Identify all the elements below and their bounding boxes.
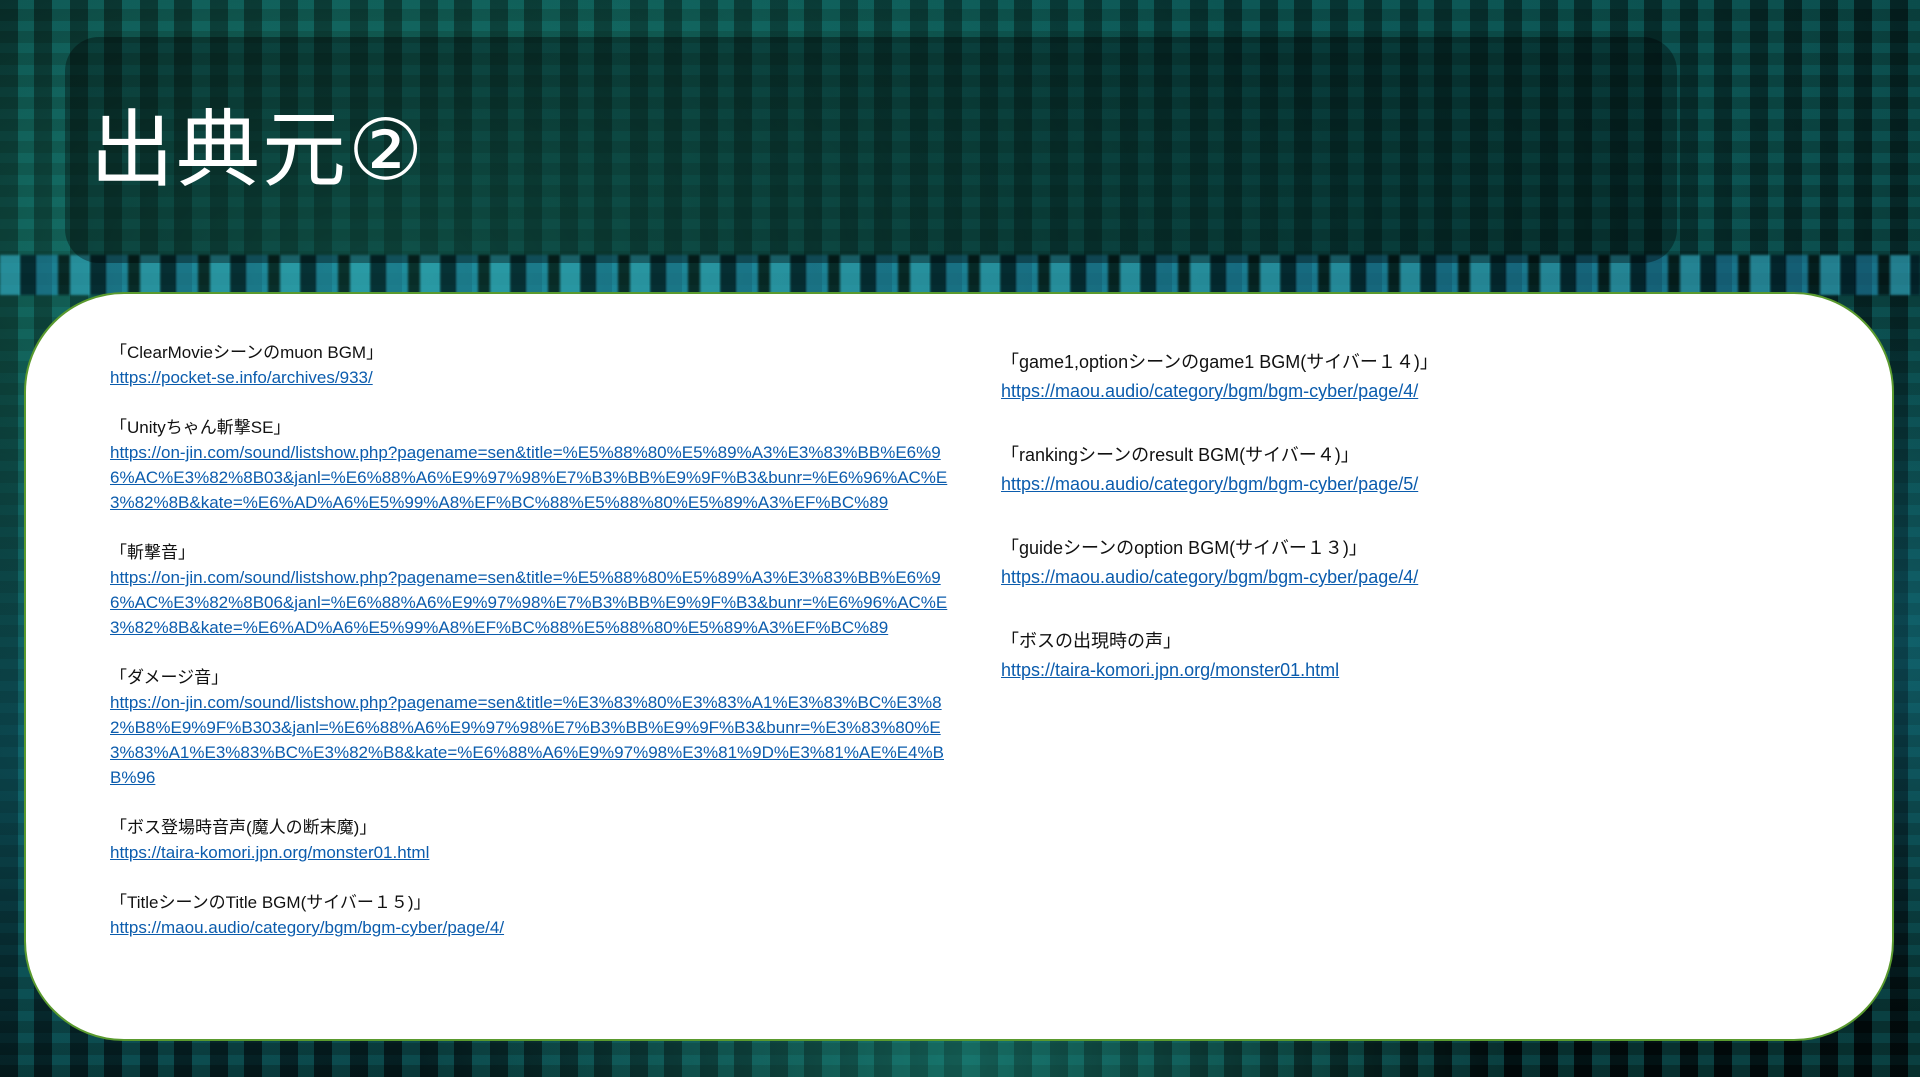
source-link[interactable]: https://taira-komori.jpn.org/monster01.h… (110, 840, 958, 865)
sources-card: 「ClearMovieシーンのmuon BGM」 https://pocket-… (24, 292, 1894, 1041)
source-entry: 「Unityちゃん斬撃SE」 https://on-jin.com/sound/… (110, 415, 990, 515)
source-entry: 「game1,optionシーンのgame1 BGM(サイバー１４)」 http… (1001, 348, 1701, 406)
source-entry: 「ボスの出現時の声」 https://taira-komori.jpn.org/… (1001, 627, 1701, 685)
source-entry: 「斬撃音」 https://on-jin.com/sound/listshow.… (110, 540, 990, 640)
source-label: 「ボス登場時音声(魔人の断末魔)」 (110, 818, 377, 837)
source-label: 「guideシーンのoption BGM(サイバー１３)」 (1001, 538, 1367, 558)
source-label: 「rankingシーンのresult BGM(サイバー４)」 (1001, 445, 1359, 465)
slide-title: 出典元② (90, 101, 426, 199)
source-link[interactable]: https://maou.audio/category/bgm/bgm-cybe… (110, 915, 958, 940)
source-label: 「ボスの出現時の声」 (1001, 631, 1181, 651)
source-entry: 「TitleシーンのTitle BGM(サイバー１５)」 https://mao… (110, 890, 990, 940)
source-entry: 「rankingシーンのresult BGM(サイバー４)」 https://m… (1001, 441, 1701, 499)
source-link[interactable]: https://pocket-se.info/archives/933/ (110, 365, 958, 390)
source-label: 「ダメージ音」 (110, 668, 229, 687)
sources-right-column: 「game1,optionシーンのgame1 BGM(サイバー１４)」 http… (1001, 348, 1701, 720)
source-link[interactable]: https://on-jin.com/sound/listshow.php?pa… (110, 690, 958, 790)
source-label: 「Unityちゃん斬撃SE」 (110, 418, 291, 437)
source-label: 「斬撃音」 (110, 543, 195, 562)
source-entry: 「ダメージ音」 https://on-jin.com/sound/listsho… (110, 665, 990, 790)
source-link[interactable]: https://maou.audio/category/bgm/bgm-cybe… (1001, 563, 1701, 592)
source-link[interactable]: https://on-jin.com/sound/listshow.php?pa… (110, 440, 958, 515)
source-link[interactable]: https://maou.audio/category/bgm/bgm-cybe… (1001, 470, 1701, 499)
source-label: 「TitleシーンのTitle BGM(サイバー１５)」 (110, 893, 431, 912)
source-entry: 「ClearMovieシーンのmuon BGM」 https://pocket-… (110, 340, 990, 390)
source-entry: 「ボス登場時音声(魔人の断末魔)」 https://taira-komori.j… (110, 815, 990, 865)
source-label: 「game1,optionシーンのgame1 BGM(サイバー１４)」 (1001, 352, 1438, 372)
source-link[interactable]: https://taira-komori.jpn.org/monster01.h… (1001, 656, 1701, 685)
source-entry: 「guideシーンのoption BGM(サイバー１３)」 https://ma… (1001, 534, 1701, 592)
sources-left-column: 「ClearMovieシーンのmuon BGM」 https://pocket-… (110, 340, 990, 965)
source-label: 「ClearMovieシーンのmuon BGM」 (110, 343, 384, 362)
source-link[interactable]: https://maou.audio/category/bgm/bgm-cybe… (1001, 377, 1701, 406)
source-link[interactable]: https://on-jin.com/sound/listshow.php?pa… (110, 565, 958, 640)
